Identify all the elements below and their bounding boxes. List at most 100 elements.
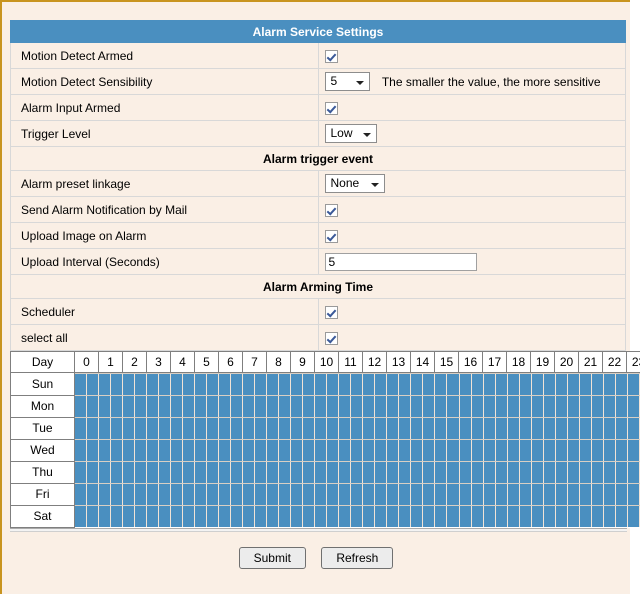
- schedule-slot[interactable]: [219, 462, 232, 483]
- schedule-slot[interactable]: [111, 462, 124, 483]
- schedule-slot[interactable]: [543, 462, 556, 483]
- schedule-slot[interactable]: [555, 418, 568, 439]
- schedule-slot[interactable]: [123, 506, 136, 527]
- schedule-slot[interactable]: [99, 506, 112, 527]
- schedule-slot[interactable]: [147, 462, 160, 483]
- schedule-slot[interactable]: [195, 484, 208, 505]
- schedule-slot[interactable]: [591, 374, 604, 395]
- schedule-slot[interactable]: [615, 374, 628, 395]
- schedule-slot[interactable]: [171, 396, 184, 417]
- schedule-slot[interactable]: [507, 418, 520, 439]
- schedule-slot[interactable]: [315, 418, 328, 439]
- schedule-slot[interactable]: [75, 484, 88, 505]
- schedule-slot[interactable]: [219, 374, 232, 395]
- schedule-slot[interactable]: [495, 374, 508, 395]
- schedule-slot[interactable]: [87, 418, 100, 439]
- schedule-slot[interactable]: [207, 440, 220, 461]
- schedule-slot[interactable]: [495, 440, 508, 461]
- schedule-slot[interactable]: [339, 374, 352, 395]
- schedule-slot[interactable]: [627, 484, 640, 505]
- schedule-slot[interactable]: [267, 374, 280, 395]
- submit-button[interactable]: Submit: [238, 546, 306, 569]
- schedule-slot[interactable]: [267, 506, 280, 527]
- schedule-slot[interactable]: [111, 418, 124, 439]
- schedule-slot[interactable]: [279, 396, 292, 417]
- schedule-slot[interactable]: [387, 506, 400, 527]
- schedule-slot[interactable]: [159, 462, 172, 483]
- schedule-slot[interactable]: [579, 374, 592, 395]
- schedule-slot[interactable]: [111, 374, 124, 395]
- schedule-slot[interactable]: [75, 374, 88, 395]
- schedule-slot[interactable]: [627, 396, 640, 417]
- schedule-slot[interactable]: [123, 462, 136, 483]
- schedule-slot[interactable]: [399, 462, 412, 483]
- schedule-slot[interactable]: [399, 374, 412, 395]
- schedule-slot[interactable]: [351, 418, 364, 439]
- schedule-slot[interactable]: [471, 440, 484, 461]
- schedule-slot[interactable]: [375, 374, 388, 395]
- schedule-slot[interactable]: [399, 440, 412, 461]
- schedule-slot[interactable]: [507, 396, 520, 417]
- schedule-slot[interactable]: [111, 440, 124, 461]
- schedule-slot[interactable]: [435, 396, 448, 417]
- schedule-slot[interactable]: [147, 418, 160, 439]
- alarm-input-armed-checkbox[interactable]: [324, 101, 338, 115]
- schedule-slot[interactable]: [327, 374, 340, 395]
- schedule-slot[interactable]: [291, 440, 304, 461]
- schedule-slot[interactable]: [231, 506, 244, 527]
- schedule-slot[interactable]: [519, 440, 532, 461]
- schedule-slot[interactable]: [543, 484, 556, 505]
- schedule-slot[interactable]: [603, 418, 616, 439]
- schedule-slot[interactable]: [435, 484, 448, 505]
- schedule-slot[interactable]: [147, 396, 160, 417]
- schedule-slot[interactable]: [219, 440, 232, 461]
- schedule-slot[interactable]: [159, 484, 172, 505]
- schedule-slot[interactable]: [255, 484, 268, 505]
- schedule-slot[interactable]: [75, 396, 88, 417]
- motion-detect-armed-checkbox[interactable]: [324, 49, 338, 63]
- schedule-slot[interactable]: [603, 484, 616, 505]
- schedule-slot[interactable]: [411, 462, 424, 483]
- schedule-slot[interactable]: [207, 462, 220, 483]
- schedule-slot[interactable]: [279, 418, 292, 439]
- schedule-slot[interactable]: [267, 462, 280, 483]
- schedule-slot[interactable]: [87, 440, 100, 461]
- schedule-slot[interactable]: [483, 418, 496, 439]
- schedule-slot[interactable]: [183, 506, 196, 527]
- schedule-slot[interactable]: [615, 418, 628, 439]
- schedule-slot[interactable]: [603, 462, 616, 483]
- schedule-slot[interactable]: [543, 374, 556, 395]
- schedule-slot[interactable]: [555, 374, 568, 395]
- schedule-slot[interactable]: [87, 396, 100, 417]
- schedule-slot[interactable]: [507, 484, 520, 505]
- schedule-slot[interactable]: [243, 506, 256, 527]
- schedule-slot[interactable]: [363, 396, 376, 417]
- schedule-slot[interactable]: [531, 418, 544, 439]
- schedule-slot[interactable]: [315, 396, 328, 417]
- schedule-slot[interactable]: [603, 506, 616, 527]
- schedule-slot[interactable]: [591, 418, 604, 439]
- schedule-slot[interactable]: [507, 440, 520, 461]
- schedule-slot[interactable]: [435, 374, 448, 395]
- schedule-slot[interactable]: [183, 418, 196, 439]
- schedule-slot[interactable]: [243, 374, 256, 395]
- schedule-slot[interactable]: [207, 506, 220, 527]
- schedule-slot[interactable]: [339, 396, 352, 417]
- schedule-slot[interactable]: [423, 440, 436, 461]
- schedule-slot[interactable]: [459, 484, 472, 505]
- schedule-slot[interactable]: [303, 506, 316, 527]
- schedule-slot[interactable]: [135, 418, 148, 439]
- schedule-slot[interactable]: [615, 506, 628, 527]
- schedule-slot[interactable]: [579, 418, 592, 439]
- schedule-slot[interactable]: [411, 440, 424, 461]
- schedule-slot[interactable]: [447, 396, 460, 417]
- schedule-slot[interactable]: [195, 440, 208, 461]
- schedule-slot[interactable]: [471, 462, 484, 483]
- schedule-slot[interactable]: [195, 396, 208, 417]
- schedule-slot[interactable]: [495, 506, 508, 527]
- schedule-slot[interactable]: [435, 440, 448, 461]
- schedule-slot[interactable]: [411, 396, 424, 417]
- schedule-slot[interactable]: [351, 396, 364, 417]
- schedule-slot[interactable]: [279, 374, 292, 395]
- schedule-slot[interactable]: [519, 484, 532, 505]
